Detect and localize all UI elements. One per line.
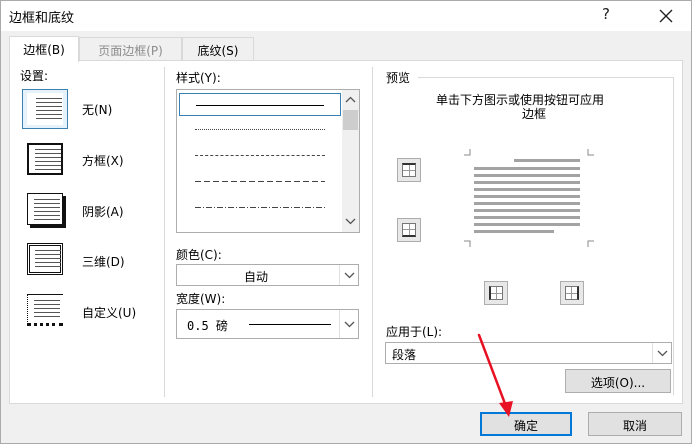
- dialog-title: 边框和底纹: [9, 11, 75, 26]
- color-dropdown[interactable]: [339, 265, 358, 285]
- style-listbox[interactable]: [176, 89, 360, 233]
- setting-shadow-button[interactable]: [22, 189, 68, 229]
- style-item-dashed-large[interactable]: [179, 170, 341, 193]
- tab-page-borders[interactable]: 页面边框(P): [79, 37, 182, 61]
- width-line-sample: [249, 324, 331, 325]
- width-dropdown[interactable]: [339, 310, 358, 338]
- tab-shading[interactable]: 底纹(S): [182, 37, 254, 61]
- preview-label: 预览: [386, 71, 411, 85]
- close-button[interactable]: [651, 4, 681, 28]
- setting-none-label[interactable]: 无(N): [82, 101, 112, 118]
- tab-borders[interactable]: 边框(B): [9, 36, 79, 62]
- left-border-button[interactable]: [484, 281, 508, 305]
- width-value: 0.5 磅: [187, 319, 228, 333]
- settings-label: 设置:: [20, 69, 49, 83]
- style-label: 样式(Y):: [176, 71, 221, 85]
- setting-box-label[interactable]: 方框(X): [82, 152, 124, 169]
- preview-diagram[interactable]: [462, 147, 596, 249]
- annotation-arrow: [477, 333, 513, 417]
- top-border-icon: [402, 163, 416, 177]
- setting-3d-label[interactable]: 三维(D): [82, 253, 125, 270]
- chevron-down-icon: [657, 350, 668, 357]
- style-item-dotted[interactable]: [179, 118, 341, 141]
- style-item-dash-dot[interactable]: [179, 196, 341, 219]
- color-label: 颜色(C):: [176, 248, 222, 262]
- width-select[interactable]: 0.5 磅: [176, 309, 359, 339]
- setting-none-button[interactable]: [22, 89, 68, 129]
- close-icon: [659, 9, 673, 23]
- chevron-down-icon: [344, 272, 355, 279]
- title-bar: 边框和底纹 ?: [1, 1, 691, 31]
- none-border-icon: [27, 93, 63, 125]
- preview-hint-line1: 单击下方图示或使用按钮可应用: [436, 93, 605, 107]
- style-item-dashed-small[interactable]: [179, 144, 341, 167]
- help-button[interactable]: ?: [602, 5, 610, 23]
- chevron-down-icon[interactable]: [345, 218, 356, 225]
- preview-hint-line2: 边框: [522, 107, 547, 121]
- top-border-button[interactable]: [397, 158, 421, 182]
- chevron-up-icon[interactable]: [345, 96, 356, 103]
- divider: [372, 67, 373, 397]
- preview-corners: [464, 149, 594, 247]
- borders-panel: 设置: 无(N) 方框(X) 阴影(A) 三维(D) 自定义(U) 样式(Y):…: [9, 60, 683, 404]
- color-select[interactable]: 自动: [176, 264, 359, 286]
- 3d-border-icon: [27, 243, 63, 275]
- custom-border-icon: [27, 294, 63, 326]
- preview-group-line: [418, 77, 674, 78]
- setting-custom-label[interactable]: 自定义(U): [82, 304, 136, 321]
- right-border-button[interactable]: [560, 281, 584, 305]
- color-value: 自动: [244, 270, 269, 284]
- apply-to-label: 应用于(L):: [386, 325, 443, 339]
- setting-box-button[interactable]: [22, 139, 68, 179]
- shadow-border-icon: [27, 193, 63, 225]
- style-item-solid[interactable]: [179, 93, 341, 116]
- preview-group-edge: [673, 77, 674, 395]
- setting-shadow-label[interactable]: 阴影(A): [82, 203, 124, 220]
- bottom-border-icon: [402, 223, 416, 237]
- chevron-down-icon: [344, 321, 355, 328]
- width-label: 宽度(W):: [176, 292, 226, 306]
- right-border-icon: [565, 286, 579, 300]
- bottom-border-button[interactable]: [397, 218, 421, 242]
- box-border-icon: [27, 143, 63, 175]
- setting-3d-button[interactable]: [22, 239, 68, 279]
- apply-to-dropdown[interactable]: [652, 343, 671, 363]
- divider: [164, 67, 165, 397]
- borders-and-shading-dialog: 边框和底纹 ? 边框(B) 页面边框(P) 底纹(S) 设置: 无(N) 方框(…: [0, 0, 692, 444]
- options-button[interactable]: 选项(O)...: [565, 369, 671, 393]
- scroll-thumb[interactable]: [343, 110, 358, 130]
- setting-custom-button[interactable]: [22, 290, 68, 330]
- left-border-icon: [489, 286, 503, 300]
- apply-to-select[interactable]: 段落: [385, 342, 672, 364]
- style-scrollbar[interactable]: [342, 90, 359, 232]
- apply-to-value: 段落: [392, 348, 417, 362]
- cancel-button[interactable]: 取消: [588, 412, 682, 436]
